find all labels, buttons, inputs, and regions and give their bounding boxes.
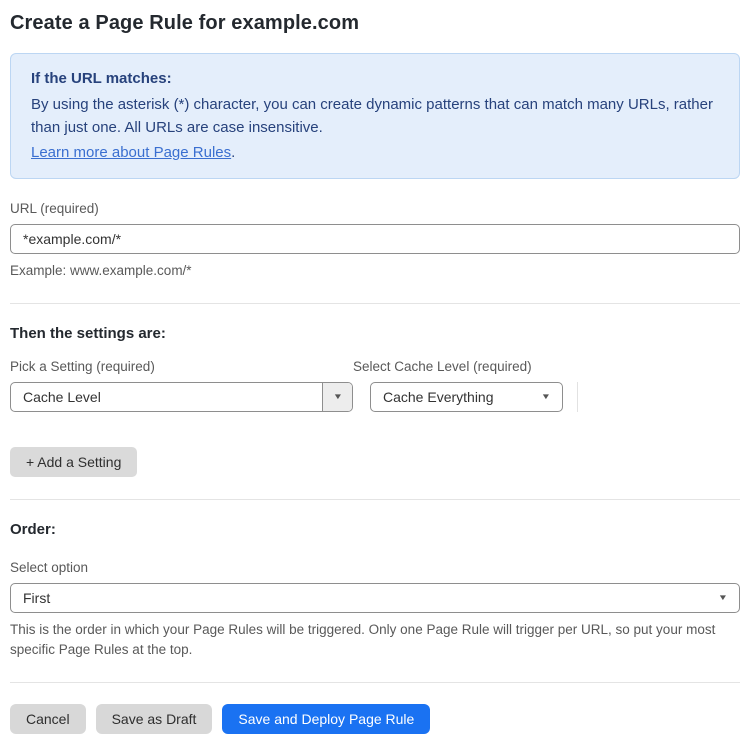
settings-section-heading: Then the settings are: [10,325,166,342]
learn-more-link[interactable]: Learn more about Page Rules [31,144,231,161]
order-dropdown[interactable]: First ▼ [10,583,740,613]
link-suffix: . [231,144,236,161]
info-box-link-line: Learn more about Page Rules. [31,141,719,164]
info-box-body: By using the asterisk (*) character, you… [31,96,713,136]
divider [10,499,740,500]
order-helper-text: This is the order in which your Page Rul… [10,622,716,657]
url-field-helper: Example: www.example.com/* [10,263,192,278]
settings-row: Pick a Setting (required) Cache Level ▼ … [10,342,740,412]
info-box-heading: If the URL matches: [31,70,172,87]
add-setting-button[interactable]: + Add a Setting [10,447,138,477]
divider [10,682,740,683]
dropdown-arrow-segment[interactable]: ▼ [322,383,352,411]
dropdown-arrow: ▼ [717,593,739,602]
settings-column-divider [577,382,578,412]
url-input[interactable] [10,224,740,254]
actions-row: Cancel Save as Draft Save and Deploy Pag… [10,704,740,734]
page-title: Create a Page Rule for example.com [10,12,360,34]
url-match-info-box: If the URL matches: By using the asteris… [10,53,740,179]
cache-level-picker-col: Select Cache Level (required) Cache Ever… [353,342,563,412]
cache-level-dropdown[interactable]: Cache Everything ▼ [370,382,563,412]
cache-level-value: Cache Everything [383,389,494,405]
url-field-label: URL (required) [10,201,99,216]
divider [10,303,740,304]
cancel-button[interactable]: Cancel [10,704,86,734]
cache-level-picker-label: Select Cache Level (required) [353,359,532,374]
order-value: First [23,590,51,606]
caret-down-icon: ▼ [717,593,729,602]
order-section-heading: Order: [10,521,56,538]
caret-down-icon: ▼ [332,392,343,401]
order-select-label: Select option [10,560,89,575]
dropdown-arrow: ▼ [540,392,562,401]
caret-down-icon: ▼ [540,392,552,401]
setting-picker-label: Pick a Setting (required) [10,359,155,374]
setting-picker-dropdown[interactable]: Cache Level ▼ [10,382,353,412]
setting-picker-col: Pick a Setting (required) Cache Level ▼ [10,342,353,412]
save-as-draft-button[interactable]: Save as Draft [95,704,213,734]
setting-picker-value: Cache Level [23,389,101,405]
save-and-deploy-button[interactable]: Save and Deploy Page Rule [222,704,431,734]
